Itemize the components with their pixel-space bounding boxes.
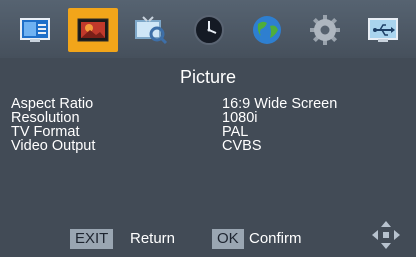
tab-time[interactable] (184, 8, 234, 52)
tab-language[interactable] (242, 8, 292, 52)
setting-value: CVBS (222, 138, 262, 154)
globe-icon (251, 14, 283, 46)
settings-gear-icon (309, 14, 341, 46)
usb-icon (366, 16, 400, 44)
tab-channel-search[interactable] (126, 8, 176, 52)
setting-row-video-output[interactable]: Video Output CVBS (11, 139, 411, 154)
exit-hint-label: Return (130, 230, 176, 247)
tab-usb[interactable] (358, 8, 408, 52)
clock-icon (193, 14, 225, 46)
tv-search-icon (133, 15, 169, 45)
picture-icon (76, 15, 110, 45)
tab-picture[interactable] (68, 8, 118, 52)
key-hint-bar: EXIT Return OK Confirm (0, 224, 416, 252)
ok-key-badge[interactable]: OK (212, 229, 244, 249)
page-title: Picture (179, 67, 237, 87)
setting-label: Video Output (11, 138, 96, 154)
ok-hint-label: Confirm (249, 230, 302, 247)
display-monitor-icon (18, 16, 52, 44)
menu-screen: Picture Aspect Ratio 16:9 Wide Screen Re… (0, 0, 416, 257)
exit-key-badge[interactable]: EXIT (70, 229, 114, 249)
tab-display[interactable] (10, 8, 60, 52)
tab-system-settings[interactable] (300, 8, 350, 52)
category-tab-bar (0, 0, 416, 58)
four-way-arrows-icon (371, 220, 401, 255)
